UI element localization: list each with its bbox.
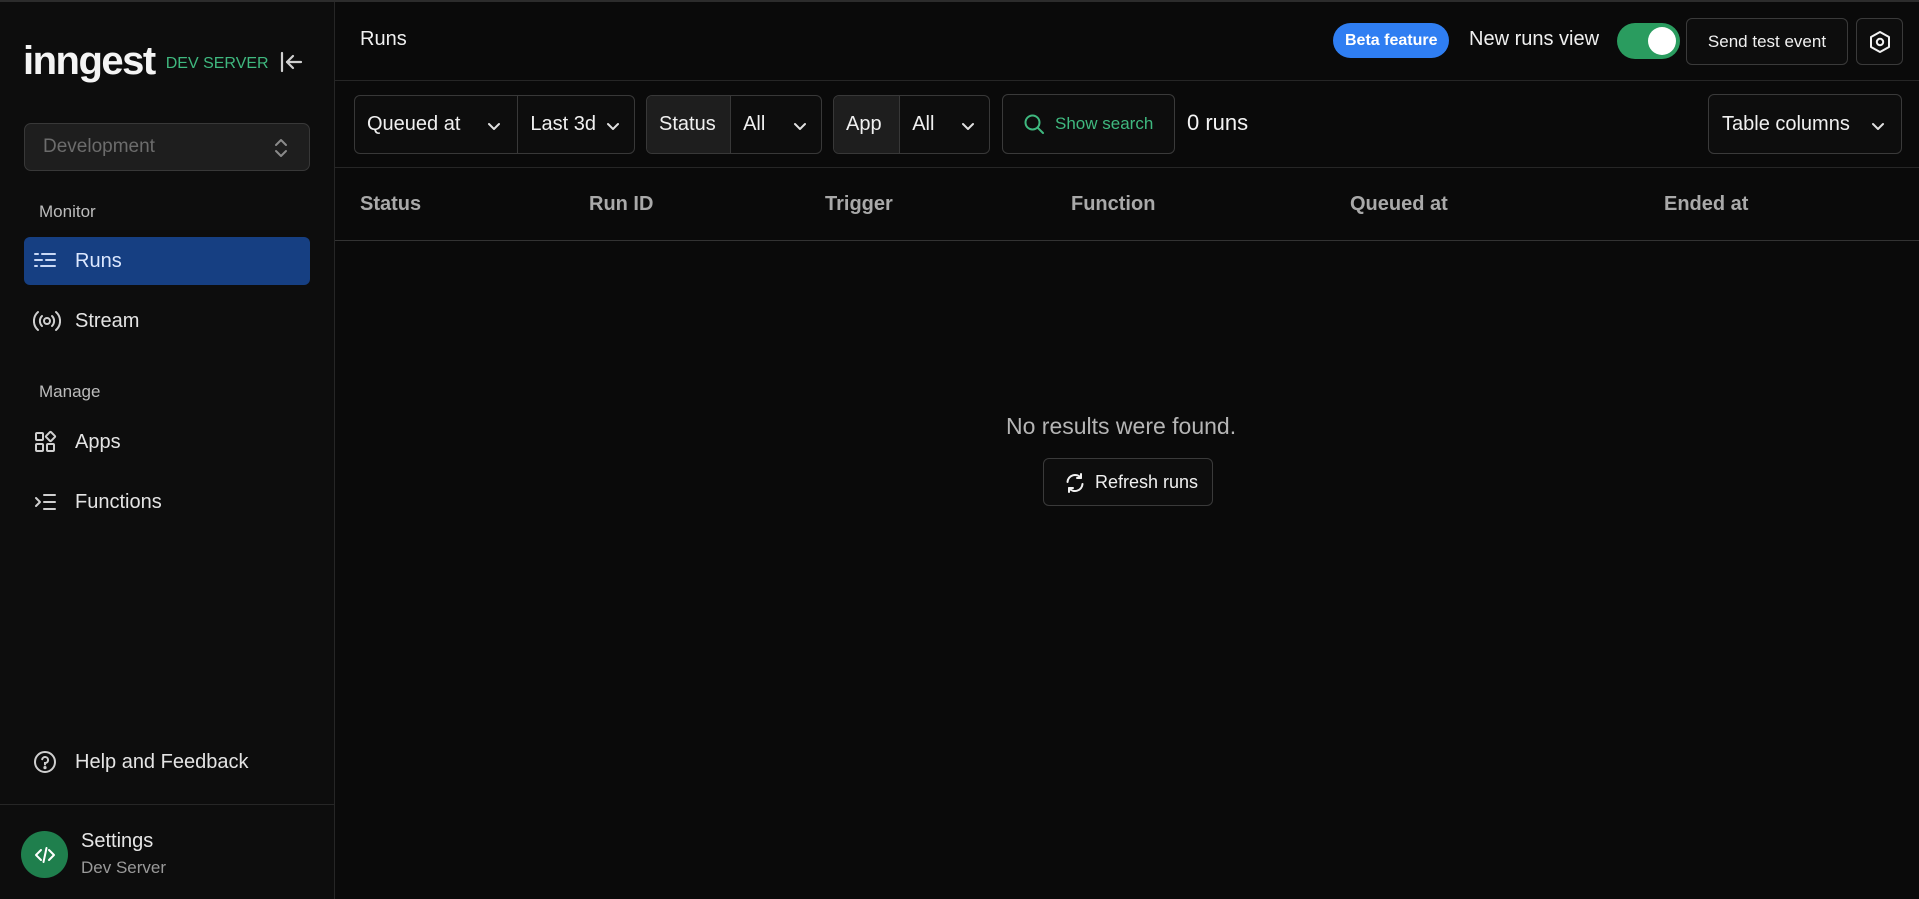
- status-filter-group: Status All: [646, 95, 822, 154]
- chevron-down-icon: [487, 117, 501, 140]
- inngest-logo: inngest: [23, 39, 156, 83]
- time-filter-group: Queued at Last 3d: [354, 95, 635, 154]
- column-header-status[interactable]: Status: [360, 193, 421, 216]
- functions-list-icon: [33, 490, 57, 514]
- settings-button[interactable]: [1856, 18, 1903, 65]
- new-runs-view-label: New runs view: [1469, 28, 1600, 50]
- column-header-trigger[interactable]: Trigger: [825, 193, 893, 216]
- column-header-run-id[interactable]: Run ID: [589, 193, 653, 216]
- runs-list-icon: [33, 249, 57, 273]
- apps-grid-icon: [33, 430, 57, 454]
- status-filter-select[interactable]: All: [730, 96, 821, 153]
- sidebar-item-label: Apps: [75, 430, 121, 453]
- empty-state-message: No results were found.: [1006, 413, 1237, 439]
- app-filter-value: All: [912, 113, 935, 135]
- app-filter-group: App All: [833, 95, 990, 154]
- help-and-feedback-label: Help and Feedback: [75, 750, 249, 773]
- environment-select[interactable]: Development: [24, 123, 310, 171]
- section-label-monitor: Monitor: [39, 202, 96, 221]
- help-circle-icon: [33, 750, 57, 774]
- sidebar-item-label: Runs: [75, 249, 122, 272]
- dev-server-tag: DEV SERVER: [165, 55, 269, 72]
- show-search-button[interactable]: Show search: [1002, 94, 1175, 154]
- time-range-select[interactable]: Last 3d: [517, 96, 634, 153]
- new-runs-view-toggle[interactable]: [1617, 23, 1680, 59]
- toggle-knob: [1648, 27, 1676, 55]
- refresh-icon: [1064, 472, 1086, 499]
- time-field-value: Queued at: [367, 113, 461, 135]
- collapse-sidebar-icon[interactable]: [278, 49, 304, 75]
- sidebar-item-label: Stream: [75, 309, 140, 332]
- environment-select-value: Development: [43, 136, 155, 157]
- hexagon-gear-icon: [1869, 30, 1890, 53]
- brand[interactable]: inngest DEV SERVER: [23, 36, 269, 86]
- chevron-down-icon: [606, 117, 620, 140]
- refresh-runs-label: Refresh runs: [1095, 471, 1199, 492]
- chevron-up-down-icon: [273, 137, 289, 165]
- code-icon: [34, 846, 55, 863]
- chevron-down-icon: [1871, 117, 1885, 140]
- time-field-select[interactable]: Queued at: [355, 96, 517, 153]
- app-filter-select[interactable]: All: [899, 96, 989, 153]
- table-columns-button[interactable]: Table columns: [1708, 94, 1902, 154]
- sidebar: inngest DEV SERVER Development Monitor R…: [0, 2, 335, 899]
- page-title: Runs: [360, 28, 407, 50]
- help-and-feedback-link[interactable]: Help and Feedback: [24, 738, 310, 786]
- time-range-value: Last 3d: [530, 113, 596, 135]
- header-divider: [335, 80, 1919, 81]
- sidebar-item-functions[interactable]: Functions: [24, 478, 310, 526]
- refresh-runs-button[interactable]: Refresh runs: [1043, 458, 1213, 506]
- sidebar-item-runs[interactable]: Runs: [24, 237, 310, 285]
- chevron-down-icon: [793, 117, 807, 140]
- status-filter-value: All: [743, 113, 766, 135]
- section-label-manage: Manage: [39, 382, 101, 401]
- settings-avatar[interactable]: [21, 831, 68, 878]
- broadcast-icon: [32, 309, 62, 333]
- status-filter-label: Status: [647, 96, 731, 153]
- column-header-function[interactable]: Function: [1071, 193, 1155, 216]
- beta-feature-badge: Beta feature: [1333, 23, 1450, 58]
- send-test-event-button[interactable]: Send test event: [1686, 18, 1848, 65]
- filter-bar-divider: [335, 167, 1919, 168]
- column-header-queued-at[interactable]: Queued at: [1350, 193, 1448, 216]
- table-header-divider: [335, 240, 1919, 241]
- runs-count: 0 runs: [1187, 110, 1249, 135]
- table-columns-label: Table columns: [1722, 112, 1850, 135]
- sidebar-item-stream[interactable]: Stream: [24, 297, 310, 345]
- sidebar-item-label: Functions: [75, 490, 162, 513]
- chevron-down-icon: [961, 117, 975, 140]
- column-header-ended-at[interactable]: Ended at: [1664, 193, 1748, 216]
- app-filter-label: App: [834, 96, 900, 153]
- show-search-label: Show search: [1055, 114, 1154, 133]
- sidebar-item-apps[interactable]: Apps: [24, 418, 310, 466]
- search-icon: [1023, 113, 1045, 135]
- settings-subtitle: Dev Server: [81, 858, 167, 877]
- sidebar-divider: [0, 804, 334, 805]
- settings-title[interactable]: Settings: [81, 830, 153, 853]
